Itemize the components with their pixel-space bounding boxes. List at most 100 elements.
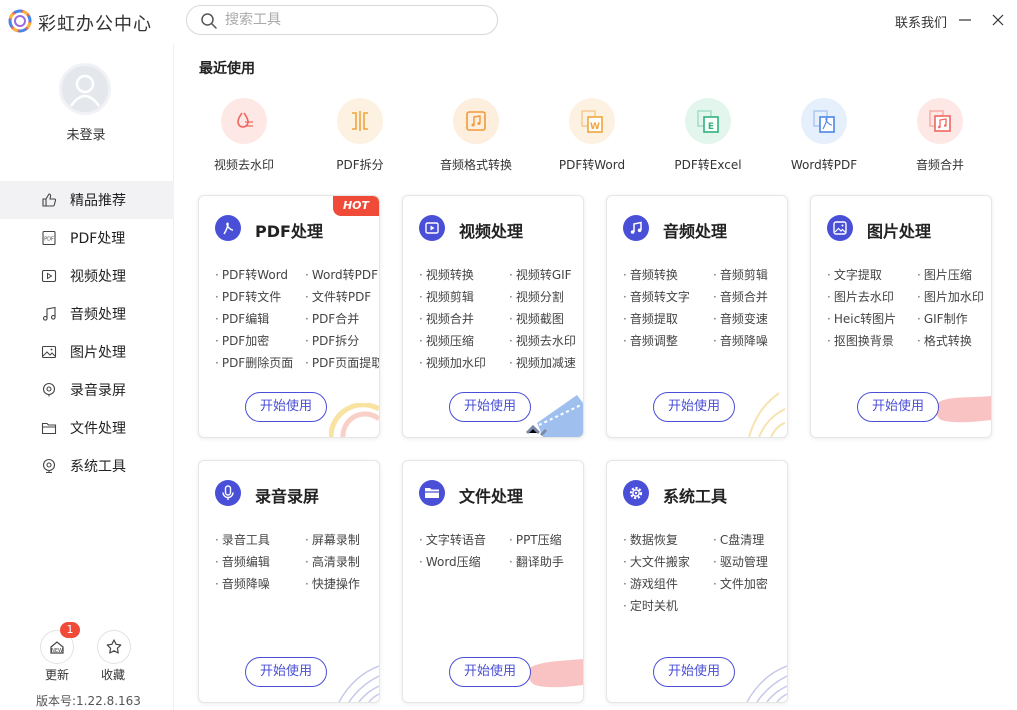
- feature-item[interactable]: 大文件搬家: [623, 553, 690, 570]
- feature-item[interactable]: C盘清理: [713, 531, 764, 548]
- sidebar-item-video[interactable]: 视频处理: [0, 257, 174, 295]
- feature-item[interactable]: 音频提取: [623, 310, 678, 327]
- feature-item[interactable]: PPT压缩: [509, 531, 562, 548]
- sidebar-item-pdf[interactable]: PDF PDF处理: [0, 219, 174, 257]
- folder-open-icon: [419, 480, 445, 506]
- feature-item[interactable]: GIF制作: [917, 310, 968, 327]
- start-button-system[interactable]: 开始使用: [653, 657, 735, 687]
- favorite-button[interactable]: [97, 630, 131, 664]
- sidebar-item-file[interactable]: 文件处理: [0, 409, 174, 447]
- update-label: 更新: [45, 668, 70, 682]
- feature-item[interactable]: 驱动管理: [713, 553, 768, 570]
- feature-item[interactable]: PDF加密: [215, 332, 269, 349]
- feature-item[interactable]: 数据恢复: [623, 531, 678, 548]
- feature-item[interactable]: 定时关机: [623, 597, 678, 614]
- feature-item[interactable]: 视频分割: [509, 288, 564, 305]
- start-button-audio[interactable]: 开始使用: [653, 392, 735, 422]
- sidebar-nav: 精品推荐 PDF PDF处理 视频处理 音频处理 图片处理 录音录屏 文件处理 …: [0, 181, 174, 485]
- feature-item[interactable]: 游戏组件: [623, 575, 678, 592]
- feature-item[interactable]: 翻译助手: [509, 553, 564, 570]
- feature-item[interactable]: 音频降噪: [215, 575, 270, 592]
- start-button-pdf[interactable]: 开始使用: [245, 392, 327, 422]
- feature-item[interactable]: 音频剪辑: [713, 266, 768, 283]
- feature-item[interactable]: 视频转换: [419, 266, 474, 283]
- feature-item[interactable]: PDF合并: [305, 310, 359, 327]
- login-status[interactable]: 未登录: [0, 124, 172, 143]
- feature-item[interactable]: PDF拆分: [305, 332, 359, 349]
- feature-item[interactable]: 视频加水印: [419, 354, 486, 371]
- pdf-acrobat-icon: [215, 215, 241, 241]
- star-icon: [106, 639, 122, 654]
- feature-item[interactable]: 音频编辑: [215, 553, 270, 570]
- start-button-video[interactable]: 开始使用: [449, 392, 531, 422]
- card-title: 音频处理: [663, 222, 728, 241]
- app-title: 彩虹办公中心: [38, 14, 152, 35]
- search-box[interactable]: [186, 5, 498, 35]
- recent-item-pdf-to-excel[interactable]: E PDF转Excel: [650, 96, 766, 176]
- feature-item[interactable]: 快捷操作: [305, 575, 360, 592]
- decoration-leaves: [748, 392, 786, 437]
- close-icon[interactable]: [990, 12, 1006, 28]
- feature-item[interactable]: 音频调整: [623, 332, 678, 349]
- feature-item[interactable]: 图片压缩: [917, 266, 972, 283]
- feature-item[interactable]: 文字转语音: [419, 531, 486, 548]
- feature-item[interactable]: PDF页面提取: [305, 354, 379, 371]
- start-button-record[interactable]: 开始使用: [245, 657, 327, 687]
- recent-item-audio-convert[interactable]: 音频格式转换: [418, 96, 534, 176]
- feature-item[interactable]: 录音工具: [215, 531, 270, 548]
- image-icon: [41, 345, 57, 359]
- feature-item[interactable]: 视频压缩: [419, 332, 474, 349]
- recent-item-pdf-to-word[interactable]: W PDF转Word: [534, 96, 650, 176]
- sidebar-item-label: 音频处理: [70, 307, 126, 323]
- feature-item[interactable]: 音频合并: [713, 288, 768, 305]
- picture-icon: [827, 215, 853, 241]
- feature-item[interactable]: 音频转文字: [623, 288, 690, 305]
- feature-item[interactable]: 抠图换背景: [827, 332, 894, 349]
- feature-item[interactable]: Word压缩: [419, 553, 481, 570]
- feature-item[interactable]: 文件转PDF: [305, 288, 371, 305]
- sidebar-item-image[interactable]: 图片处理: [0, 333, 174, 371]
- feature-item[interactable]: Heic转图片: [827, 310, 896, 327]
- recent-item-word-to-pdf[interactable]: Word转PDF: [766, 96, 882, 176]
- contact-us-link[interactable]: 联系我们: [895, 12, 947, 31]
- audio-merge-icon: [917, 98, 963, 144]
- sidebar-item-label: 精品推荐: [70, 193, 126, 209]
- recent-item-audio-merge[interactable]: 音频合并: [882, 96, 998, 176]
- feature-item[interactable]: PDF编辑: [215, 310, 269, 327]
- feature-item[interactable]: 文字提取: [827, 266, 882, 283]
- sidebar-item-featured[interactable]: 精品推荐: [0, 181, 174, 219]
- sidebar-item-system[interactable]: 系统工具: [0, 447, 174, 485]
- feature-item[interactable]: 视频合并: [419, 310, 474, 327]
- feature-item[interactable]: PDF删除页面: [215, 354, 293, 371]
- music-icon: [42, 306, 56, 321]
- recent-item-video-watermark[interactable]: 视频去水印: [186, 96, 302, 176]
- minimize-icon[interactable]: [957, 12, 973, 28]
- feature-item[interactable]: 视频去水印: [509, 332, 576, 349]
- new-tag: NEW: [51, 648, 63, 654]
- feature-item[interactable]: 格式转换: [917, 332, 972, 349]
- feature-item[interactable]: PDF转Word: [215, 266, 288, 283]
- feature-item[interactable]: 视频加减速: [509, 354, 576, 371]
- feature-item[interactable]: 文件加密: [713, 575, 768, 592]
- user-avatar-icon: [69, 74, 101, 107]
- feature-item[interactable]: 屏幕录制: [305, 531, 360, 548]
- feature-item[interactable]: 音频变速: [713, 310, 768, 327]
- sidebar-item-record[interactable]: 录音录屏: [0, 371, 174, 409]
- search-input[interactable]: [225, 10, 485, 30]
- recent-item-pdf-split[interactable]: PDF拆分: [302, 96, 418, 176]
- feature-item[interactable]: 图片加水印: [917, 288, 984, 305]
- sidebar-item-audio[interactable]: 音频处理: [0, 295, 174, 333]
- start-button-image[interactable]: 开始使用: [857, 392, 939, 422]
- feature-item[interactable]: Word转PDF: [305, 266, 378, 283]
- feature-item[interactable]: 视频截图: [509, 310, 564, 327]
- feature-item[interactable]: 视频转GIF: [509, 266, 572, 283]
- decoration-brush: [936, 396, 991, 423]
- feature-item[interactable]: 图片去水印: [827, 288, 894, 305]
- start-button-file[interactable]: 开始使用: [449, 657, 531, 687]
- feature-item[interactable]: 音频转换: [623, 266, 678, 283]
- feature-item[interactable]: PDF转文件: [215, 288, 281, 305]
- avatar[interactable]: [59, 63, 111, 115]
- feature-item[interactable]: 音频降噪: [713, 332, 768, 349]
- feature-item[interactable]: 视频剪辑: [419, 288, 474, 305]
- feature-item[interactable]: 高清录制: [305, 553, 360, 570]
